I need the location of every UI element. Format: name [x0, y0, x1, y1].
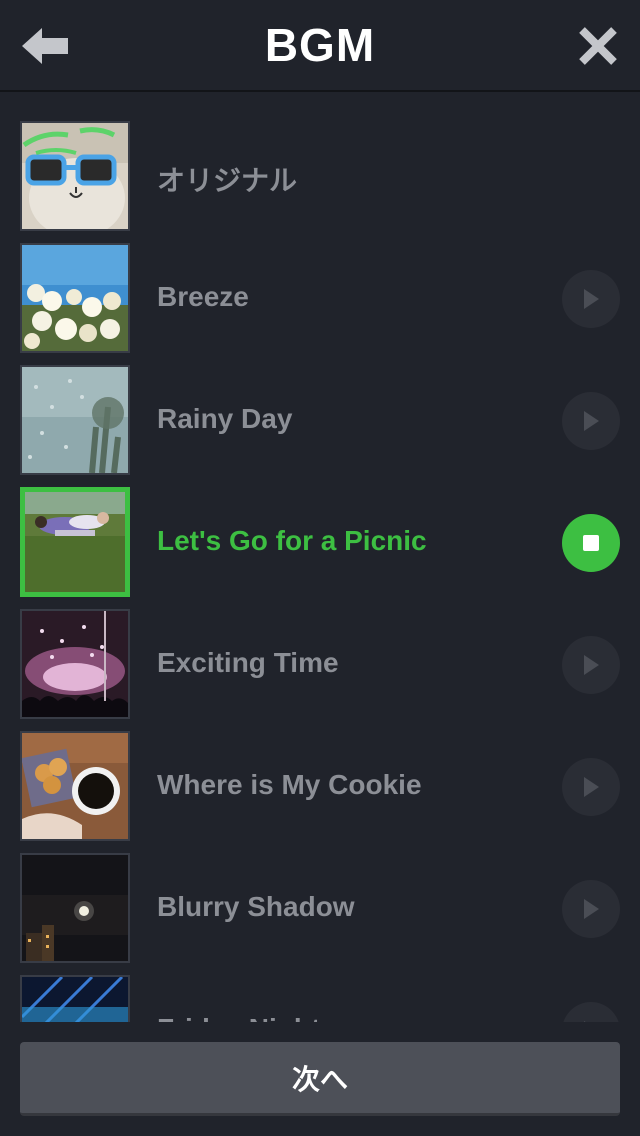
play-icon [584, 655, 599, 675]
next-button[interactable]: 次へ [20, 1042, 620, 1116]
play-button[interactable] [562, 392, 620, 450]
track-thumbnail [20, 609, 130, 719]
track-name: Exciting Time [157, 647, 339, 678]
play-button[interactable] [562, 758, 620, 816]
track-name: オリジナル [157, 165, 298, 196]
footer-bar: 次へ [0, 1022, 640, 1136]
track-name: Blurry Shadow [157, 891, 355, 922]
play-button[interactable] [562, 880, 620, 938]
play-icon [584, 289, 599, 309]
track-thumbnail [20, 365, 130, 475]
close-button[interactable] [574, 22, 622, 70]
stop-icon [583, 535, 599, 551]
track-row-cookie[interactable]: Where is My Cookie [0, 704, 640, 841]
track-thumbnail [20, 243, 130, 353]
track-thumbnail [20, 731, 130, 841]
night-sky-image [22, 855, 128, 961]
play-button[interactable] [562, 270, 620, 328]
track-thumbnail-selected [20, 487, 130, 597]
bgm-screen: BGM オリジナル Breeze Rainy Day Let's Go for … [0, 0, 640, 1136]
track-row-rainy-day[interactable]: Rainy Day [0, 338, 640, 475]
track-name: Where is My Cookie [157, 769, 422, 800]
track-list[interactable]: オリジナル Breeze Rainy Day Let's Go for a Pi… [0, 94, 640, 1022]
play-icon [584, 899, 599, 919]
track-name: Breeze [157, 281, 249, 312]
coffee-cookie-image [22, 733, 128, 839]
track-row-exciting-time[interactable]: Exciting Time [0, 582, 640, 719]
track-thumbnail [20, 121, 130, 231]
track-row-blurry-shadow[interactable]: Blurry Shadow [0, 826, 640, 963]
play-icon [584, 777, 599, 797]
flowers-sky-image [22, 245, 128, 351]
picnic-photo-image [25, 492, 125, 592]
stop-button[interactable] [562, 514, 620, 572]
track-row-picnic[interactable]: Let's Go for a Picnic [0, 460, 640, 597]
play-button[interactable] [562, 636, 620, 694]
concert-image [22, 611, 128, 717]
night-lights-image [22, 977, 128, 1022]
play-icon [584, 411, 599, 431]
track-row-breeze[interactable]: Breeze [0, 216, 640, 353]
track-thumbnail [20, 975, 130, 1022]
track-thumbnail [20, 853, 130, 963]
track-row-original[interactable]: オリジナル [0, 94, 640, 231]
close-icon [579, 27, 617, 65]
header-bar: BGM [0, 0, 640, 92]
page-title: BGM [264, 19, 376, 71]
rain-window-image [22, 367, 128, 473]
track-name: Friday Night [157, 1013, 320, 1022]
track-row-friday-night[interactable]: Friday Night [0, 948, 640, 1022]
character-photo-image [22, 123, 128, 229]
track-name: Rainy Day [157, 403, 293, 434]
track-name-playing: Let's Go for a Picnic [157, 525, 427, 556]
play-button[interactable] [562, 1002, 620, 1022]
